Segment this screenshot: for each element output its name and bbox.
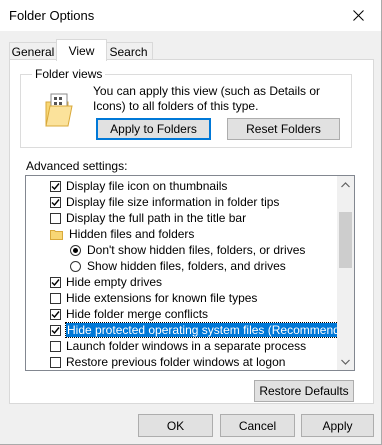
list-item[interactable]: Hide extensions for known file types [50, 290, 257, 306]
list-item-label: Hidden files and folders [69, 227, 195, 241]
list-item-label: Restore previous folder windows at logon [66, 355, 286, 369]
list-item[interactable]: Hide folder merge conflicts [50, 306, 208, 322]
folder-views-description: You can apply this view (such as Details… [93, 84, 321, 113]
checkbox[interactable] [50, 196, 61, 208]
tab-search[interactable]: Search [104, 42, 153, 60]
chevron-down-icon [341, 359, 350, 365]
list-item-label: Display file size information in folder … [66, 195, 280, 209]
checkbox[interactable] [50, 308, 61, 320]
list-item[interactable]: Display file size information in folder … [50, 194, 279, 210]
list-item-label: Hide empty drives [66, 275, 163, 289]
list-item-label: Launch folder windows in a separate proc… [66, 339, 307, 353]
checkbox[interactable] [50, 180, 61, 192]
list-item-label: Show hidden files, folders, and drives [87, 259, 286, 273]
list-item-label: Don't show hidden files, folders, or dri… [87, 243, 306, 257]
list-item-label: Hide extensions for known file types [66, 291, 258, 305]
window-title: Folder Options [9, 8, 95, 23]
list-item[interactable]: Launch folder windows in a separate proc… [50, 338, 306, 354]
scroll-thumb[interactable] [339, 212, 352, 268]
advanced-settings-label: Advanced settings: [26, 159, 128, 173]
list-item[interactable]: Show hidden files, folders, and drives [70, 258, 286, 274]
list-item[interactable]: Display the full path in the title bar [50, 210, 246, 226]
checkbox[interactable] [50, 356, 61, 368]
tab-general[interactable]: General [9, 42, 57, 60]
folder-icon [50, 229, 63, 240]
list-item[interactable]: Hide empty drives [50, 274, 162, 290]
scroll-up-button[interactable] [337, 176, 354, 193]
advanced-settings-list[interactable]: Display file icon on thumbnails Display … [25, 175, 355, 371]
list-item[interactable]: Restore previous folder windows at logon [50, 354, 285, 370]
folder-views-icon [45, 93, 73, 127]
restore-defaults-button[interactable]: Restore Defaults [254, 380, 354, 402]
list-item-label: Display the full path in the title bar [66, 211, 247, 225]
cancel-button[interactable]: Cancel [220, 414, 295, 437]
chevron-up-icon [341, 181, 350, 187]
tab-view[interactable]: View [56, 39, 107, 61]
apply-to-folders-button[interactable]: Apply to Folders [96, 118, 211, 140]
ok-button[interactable]: OK [138, 414, 213, 437]
reset-folders-button[interactable]: Reset Folders [227, 118, 340, 140]
checkbox[interactable] [50, 292, 61, 304]
list-item-group[interactable]: Hidden files and folders [50, 226, 194, 242]
list-item[interactable]: Don't show hidden files, folders, or dri… [70, 242, 305, 258]
radio-button[interactable] [70, 260, 81, 272]
checkbox[interactable] [50, 212, 61, 224]
list-item-label: Hide folder merge conflicts [66, 307, 209, 321]
title-bar: Folder Options [0, 0, 381, 31]
checkbox[interactable] [50, 324, 61, 336]
list-item-label: Display file icon on thumbnails [66, 179, 228, 193]
scroll-down-button[interactable] [337, 353, 354, 370]
list-item-selected[interactable]: Hide protected operating system files (R… [50, 322, 354, 338]
folder-options-dialog: Folder Options General View Search Folde… [0, 0, 382, 445]
folder-views-legend: Folder views [32, 67, 106, 81]
vertical-scrollbar[interactable] [337, 176, 354, 370]
checkbox[interactable] [50, 340, 61, 352]
close-button[interactable] [335, 0, 381, 31]
checkbox[interactable] [50, 276, 61, 288]
list-item-label: Hide protected operating system files (R… [64, 322, 354, 338]
radio-button[interactable] [70, 244, 81, 256]
apply-button[interactable]: Apply [301, 414, 374, 437]
close-icon [352, 10, 364, 21]
list-item[interactable]: Display file icon on thumbnails [50, 178, 227, 194]
